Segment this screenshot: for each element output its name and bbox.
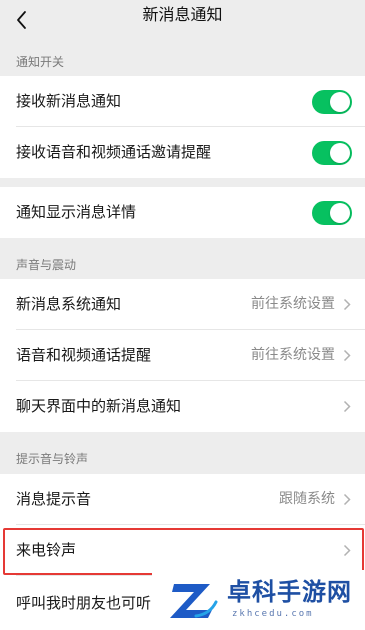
row-receive-new-messages: 接收新消息通知 — [0, 76, 365, 127]
toggle-knob — [330, 203, 350, 223]
section-header-tones: 提示音与铃声 — [16, 452, 89, 466]
row-call-reminders[interactable]: 语音和视频通话提醒 前往系统设置 — [0, 330, 365, 381]
row-label: 语音和视频通话提醒 — [16, 346, 152, 364]
toggle-knob — [330, 143, 350, 163]
navigation-bar: 新消息通知 — [0, 0, 365, 50]
row-label: 消息提示音 — [16, 490, 92, 508]
chevron-right-icon — [343, 400, 351, 413]
row-label: 接收新消息通知 — [16, 92, 122, 110]
page-title: 新消息通知 — [142, 5, 223, 24]
row-label: 新消息系统通知 — [16, 295, 122, 313]
row-system-notifications[interactable]: 新消息系统通知 前往系统设置 — [0, 279, 365, 330]
row-label: 通知显示消息详情 — [16, 203, 137, 221]
row-message-tone[interactable]: 消息提示音 跟随系统 — [0, 474, 365, 525]
watermark-domain: zkhcedu.com — [232, 609, 314, 619]
chevron-right-icon — [343, 298, 351, 311]
toggle-receive-call-invites[interactable] — [312, 141, 352, 165]
row-label: 来电铃声 — [16, 541, 77, 559]
chevron-right-icon — [343, 544, 351, 557]
chevron-right-icon — [343, 493, 351, 506]
site-logo — [170, 584, 218, 618]
row-label: 接收语音和视频通话邀请提醒 — [16, 143, 212, 161]
row-in-chat-notifications[interactable]: 聊天界面中的新消息通知 — [0, 381, 365, 432]
chevron-right-icon — [343, 349, 351, 362]
watermark-name: 卓科手游网 — [227, 578, 352, 606]
row-value: 跟随系统 — [279, 491, 335, 507]
section-header-notify-switch: 通知开关 — [16, 55, 65, 69]
toggle-knob — [330, 92, 350, 112]
section-header-sound-vibration: 声音与震动 — [16, 258, 77, 272]
row-value: 前往系统设置 — [251, 296, 335, 312]
watermark: 卓科手游网 zkhcedu.com — [152, 570, 365, 630]
row-show-message-details: 通知显示消息详情 — [0, 187, 365, 238]
toggle-receive-new-messages[interactable] — [312, 90, 352, 114]
row-label: 聊天界面中的新消息通知 — [16, 397, 182, 415]
toggle-show-message-details[interactable] — [312, 201, 352, 225]
row-value: 前往系统设置 — [251, 347, 335, 363]
row-receive-call-invites: 接收语音和视频通话邀请提醒 — [0, 127, 365, 178]
row-ringtone[interactable]: 来电铃声 — [0, 525, 365, 576]
row-label: 呼叫我时朋友也可听 — [16, 594, 152, 612]
